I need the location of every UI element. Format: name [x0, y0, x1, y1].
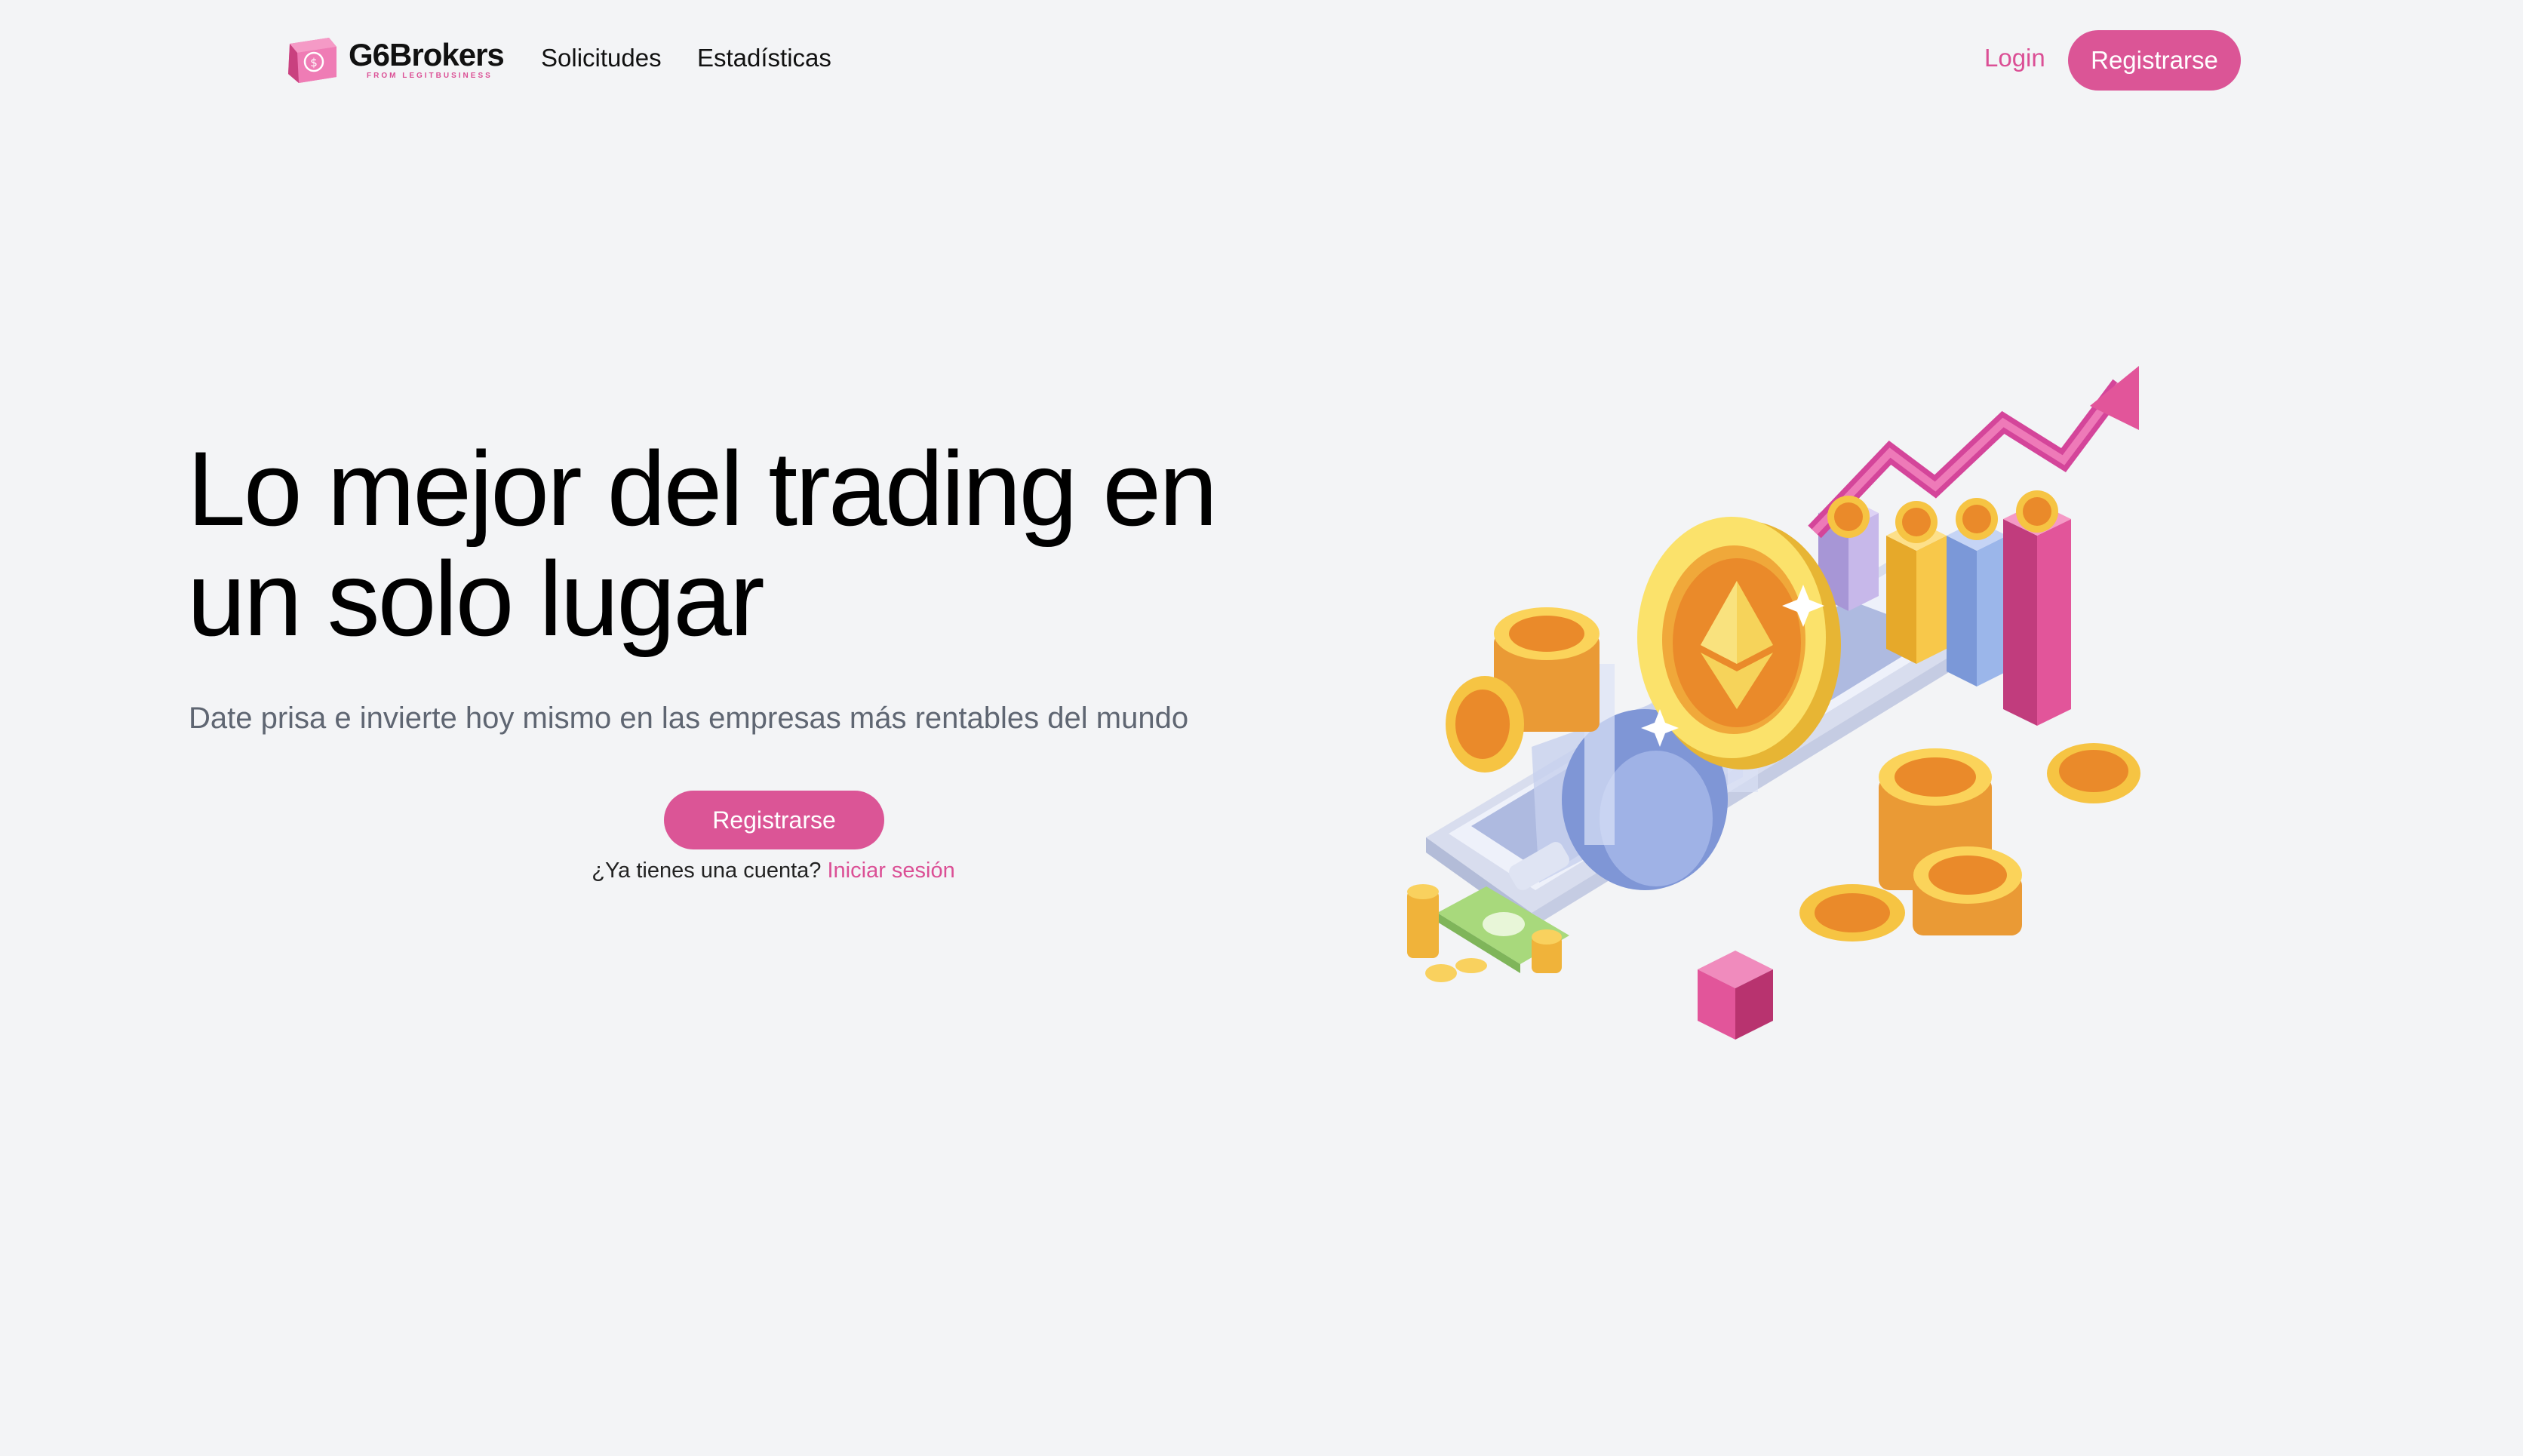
pink-cube-icon — [1698, 951, 1773, 1040]
login-prompt-link[interactable]: Iniciar sesión — [828, 859, 955, 883]
hero-title-line2: un solo lugar — [187, 539, 765, 658]
register-button[interactable]: Registrarse — [2068, 30, 2241, 91]
brand-tagline: FROM LEGITBUSINESS — [367, 72, 493, 80]
hero-title: Lo mejor del trading en un solo lugar — [187, 434, 1364, 654]
brand-logo[interactable]: $ G6Brokers FROM LEGITBUSINESS — [284, 33, 505, 86]
nav-link-estadisticas[interactable]: Estadísticas — [697, 44, 831, 72]
hero-title-line1: Lo mejor del trading en — [187, 429, 1218, 548]
top-navbar: $ G6Brokers FROM LEGITBUSINESS Solicitud… — [0, 0, 2523, 121]
hero-subtitle: Date prisa e invierte hoy mismo en las e… — [189, 702, 1189, 735]
nav-link-solicitudes[interactable]: Solicitudes — [541, 44, 662, 72]
bitcoin-stack-right-icon — [1799, 743, 2140, 941]
logo-cube-icon: $ — [288, 38, 337, 83]
brand-text: G6Brokers FROM LEGITBUSINESS — [349, 37, 505, 81]
hero-register-button[interactable]: Registrarse — [664, 791, 884, 849]
svg-text:$: $ — [310, 56, 318, 69]
brand-name: G6Brokers — [349, 37, 505, 72]
login-prompt-text: ¿Ya tienes una cuenta? — [592, 859, 822, 883]
landing-page: $ G6Brokers FROM LEGITBUSINESS Solicitud… — [0, 0, 2523, 1456]
crypto-trading-illustration — [1407, 366, 2140, 1040]
login-prompt: ¿Ya tienes una cuenta? Iniciar sesión — [528, 859, 1019, 883]
login-link[interactable]: Login — [1984, 44, 2045, 72]
